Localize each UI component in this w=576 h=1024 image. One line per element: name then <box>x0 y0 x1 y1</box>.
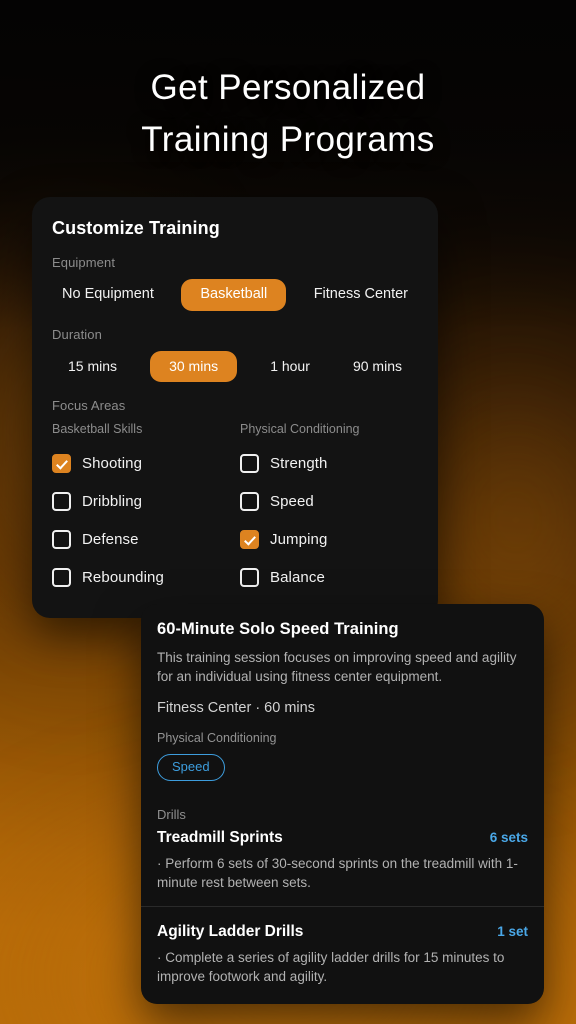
drill-row-agility-ladder-drills: Agility Ladder Drills 1 set <box>157 923 528 941</box>
focus-areas-label: Focus Areas <box>52 398 126 414</box>
checkbox-item-strength[interactable]: Strength <box>240 444 418 482</box>
checkbox-label-balance: Balance <box>270 568 325 586</box>
duration-group-label: Duration <box>52 326 102 342</box>
page-title-line-1: Get Personalized <box>150 68 426 107</box>
drill-sets-agility-ladder-drills: 1 set <box>497 923 528 939</box>
equipment-options: No Equipment Basketball Fitness Center <box>52 279 418 311</box>
result-tag-speed[interactable]: Speed <box>157 754 225 781</box>
customize-training-card: Customize Training Equipment No Equipmen… <box>32 197 438 619</box>
drill-name-agility-ladder-drills: Agility Ladder Drills <box>157 922 304 940</box>
checkbox-item-speed[interactable]: Speed <box>240 482 418 520</box>
drills-section-2: Agility Ladder Drills 1 set · Complete a… <box>141 907 544 1004</box>
result-meta: Fitness Center · 60 mins <box>157 700 315 716</box>
checkbox-label-dribbling: Dribbling <box>82 492 143 510</box>
result-description: This training session focuses on improvi… <box>157 650 517 684</box>
checkbox-label-jumping: Jumping <box>270 530 328 548</box>
customize-card-title: Customize Training <box>52 218 220 238</box>
checkbox-item-jumping[interactable]: Jumping <box>240 520 418 558</box>
checkbox-item-defense[interactable]: Defense <box>52 520 230 558</box>
training-result-card: 60-Minute Solo Speed Training This train… <box>141 604 544 1004</box>
equipment-option-basketball[interactable]: Basketball <box>181 279 287 311</box>
focus-areas-columns: Basketball Skills Shooting Dribbling Def… <box>52 422 418 596</box>
result-header: 60-Minute Solo Speed Training This train… <box>141 604 544 797</box>
drill-sets-treadmill-sprints: 6 sets <box>489 829 528 845</box>
drills-section: Drills Treadmill Sprints 6 sets · Perfor… <box>141 797 544 906</box>
equipment-option-fitness-center[interactable]: Fitness Center <box>304 280 418 310</box>
checkbox-balance-icon[interactable] <box>240 567 259 587</box>
duration-option-90-mins[interactable]: 90 mins <box>343 352 412 381</box>
app-screen: Get Personalized Training Programs Custo… <box>0 0 576 1024</box>
drill-name-treadmill-sprints: Treadmill Sprints <box>157 828 283 846</box>
checkbox-speed-icon[interactable] <box>240 491 259 511</box>
drills-label: Drills <box>157 806 186 822</box>
focus-column-basketball-skills: Basketball Skills Shooting Dribbling Def… <box>52 422 230 596</box>
drill-row-treadmill-sprints: Treadmill Sprints 6 sets <box>157 829 528 847</box>
checkbox-label-defense: Defense <box>82 530 139 548</box>
equipment-group-label: Equipment <box>52 255 116 270</box>
drill-description-agility-ladder-drills: · Complete a series of agility ladder dr… <box>157 949 505 984</box>
checkbox-defense-icon[interactable] <box>52 529 71 549</box>
page-title-line-2: Training Programs <box>141 120 435 159</box>
checkbox-label-rebounding: Rebounding <box>82 568 164 586</box>
checkbox-label-strength: Strength <box>270 454 328 472</box>
duration-option-1-hour[interactable]: 1 hour <box>260 352 320 381</box>
checkbox-shooting-icon[interactable] <box>52 453 71 473</box>
checkbox-item-shooting[interactable]: Shooting <box>52 444 230 482</box>
checkbox-item-rebounding[interactable]: Rebounding <box>52 558 230 596</box>
checkbox-strength-icon[interactable] <box>240 453 259 473</box>
focus-column-basketball-skills-label: Basketball Skills <box>52 422 143 437</box>
result-title: 60-Minute Solo Speed Training <box>157 620 399 638</box>
checkbox-item-balance[interactable]: Balance <box>240 558 418 596</box>
focus-column-physical-conditioning: Physical Conditioning Strength Speed Jum… <box>230 422 418 596</box>
duration-option-15-mins[interactable]: 15 mins <box>58 352 127 381</box>
duration-option-30-mins[interactable]: 30 mins <box>150 350 238 383</box>
result-tag-group-label: Physical Conditioning <box>157 731 277 745</box>
drill-description-treadmill-sprints: · Perform 6 sets of 30-second sprints on… <box>157 855 518 890</box>
checkbox-jumping-icon[interactable] <box>240 529 259 549</box>
focus-column-physical-conditioning-label: Physical Conditioning <box>240 422 360 437</box>
equipment-option-no-equipment[interactable]: No Equipment <box>52 280 164 310</box>
checkbox-label-speed: Speed <box>270 492 314 510</box>
focus-areas-section: Focus Areas Basketball Skills Shooting D… <box>52 398 418 596</box>
checkbox-rebounding-icon[interactable] <box>52 567 71 587</box>
checkbox-item-dribbling[interactable]: Dribbling <box>52 482 230 520</box>
checkbox-dribbling-icon[interactable] <box>52 491 71 511</box>
checkbox-label-shooting: Shooting <box>82 454 143 472</box>
page-title: Get Personalized Training Programs <box>0 62 576 166</box>
duration-options: 15 mins 30 mins 1 hour 90 mins <box>52 350 418 383</box>
